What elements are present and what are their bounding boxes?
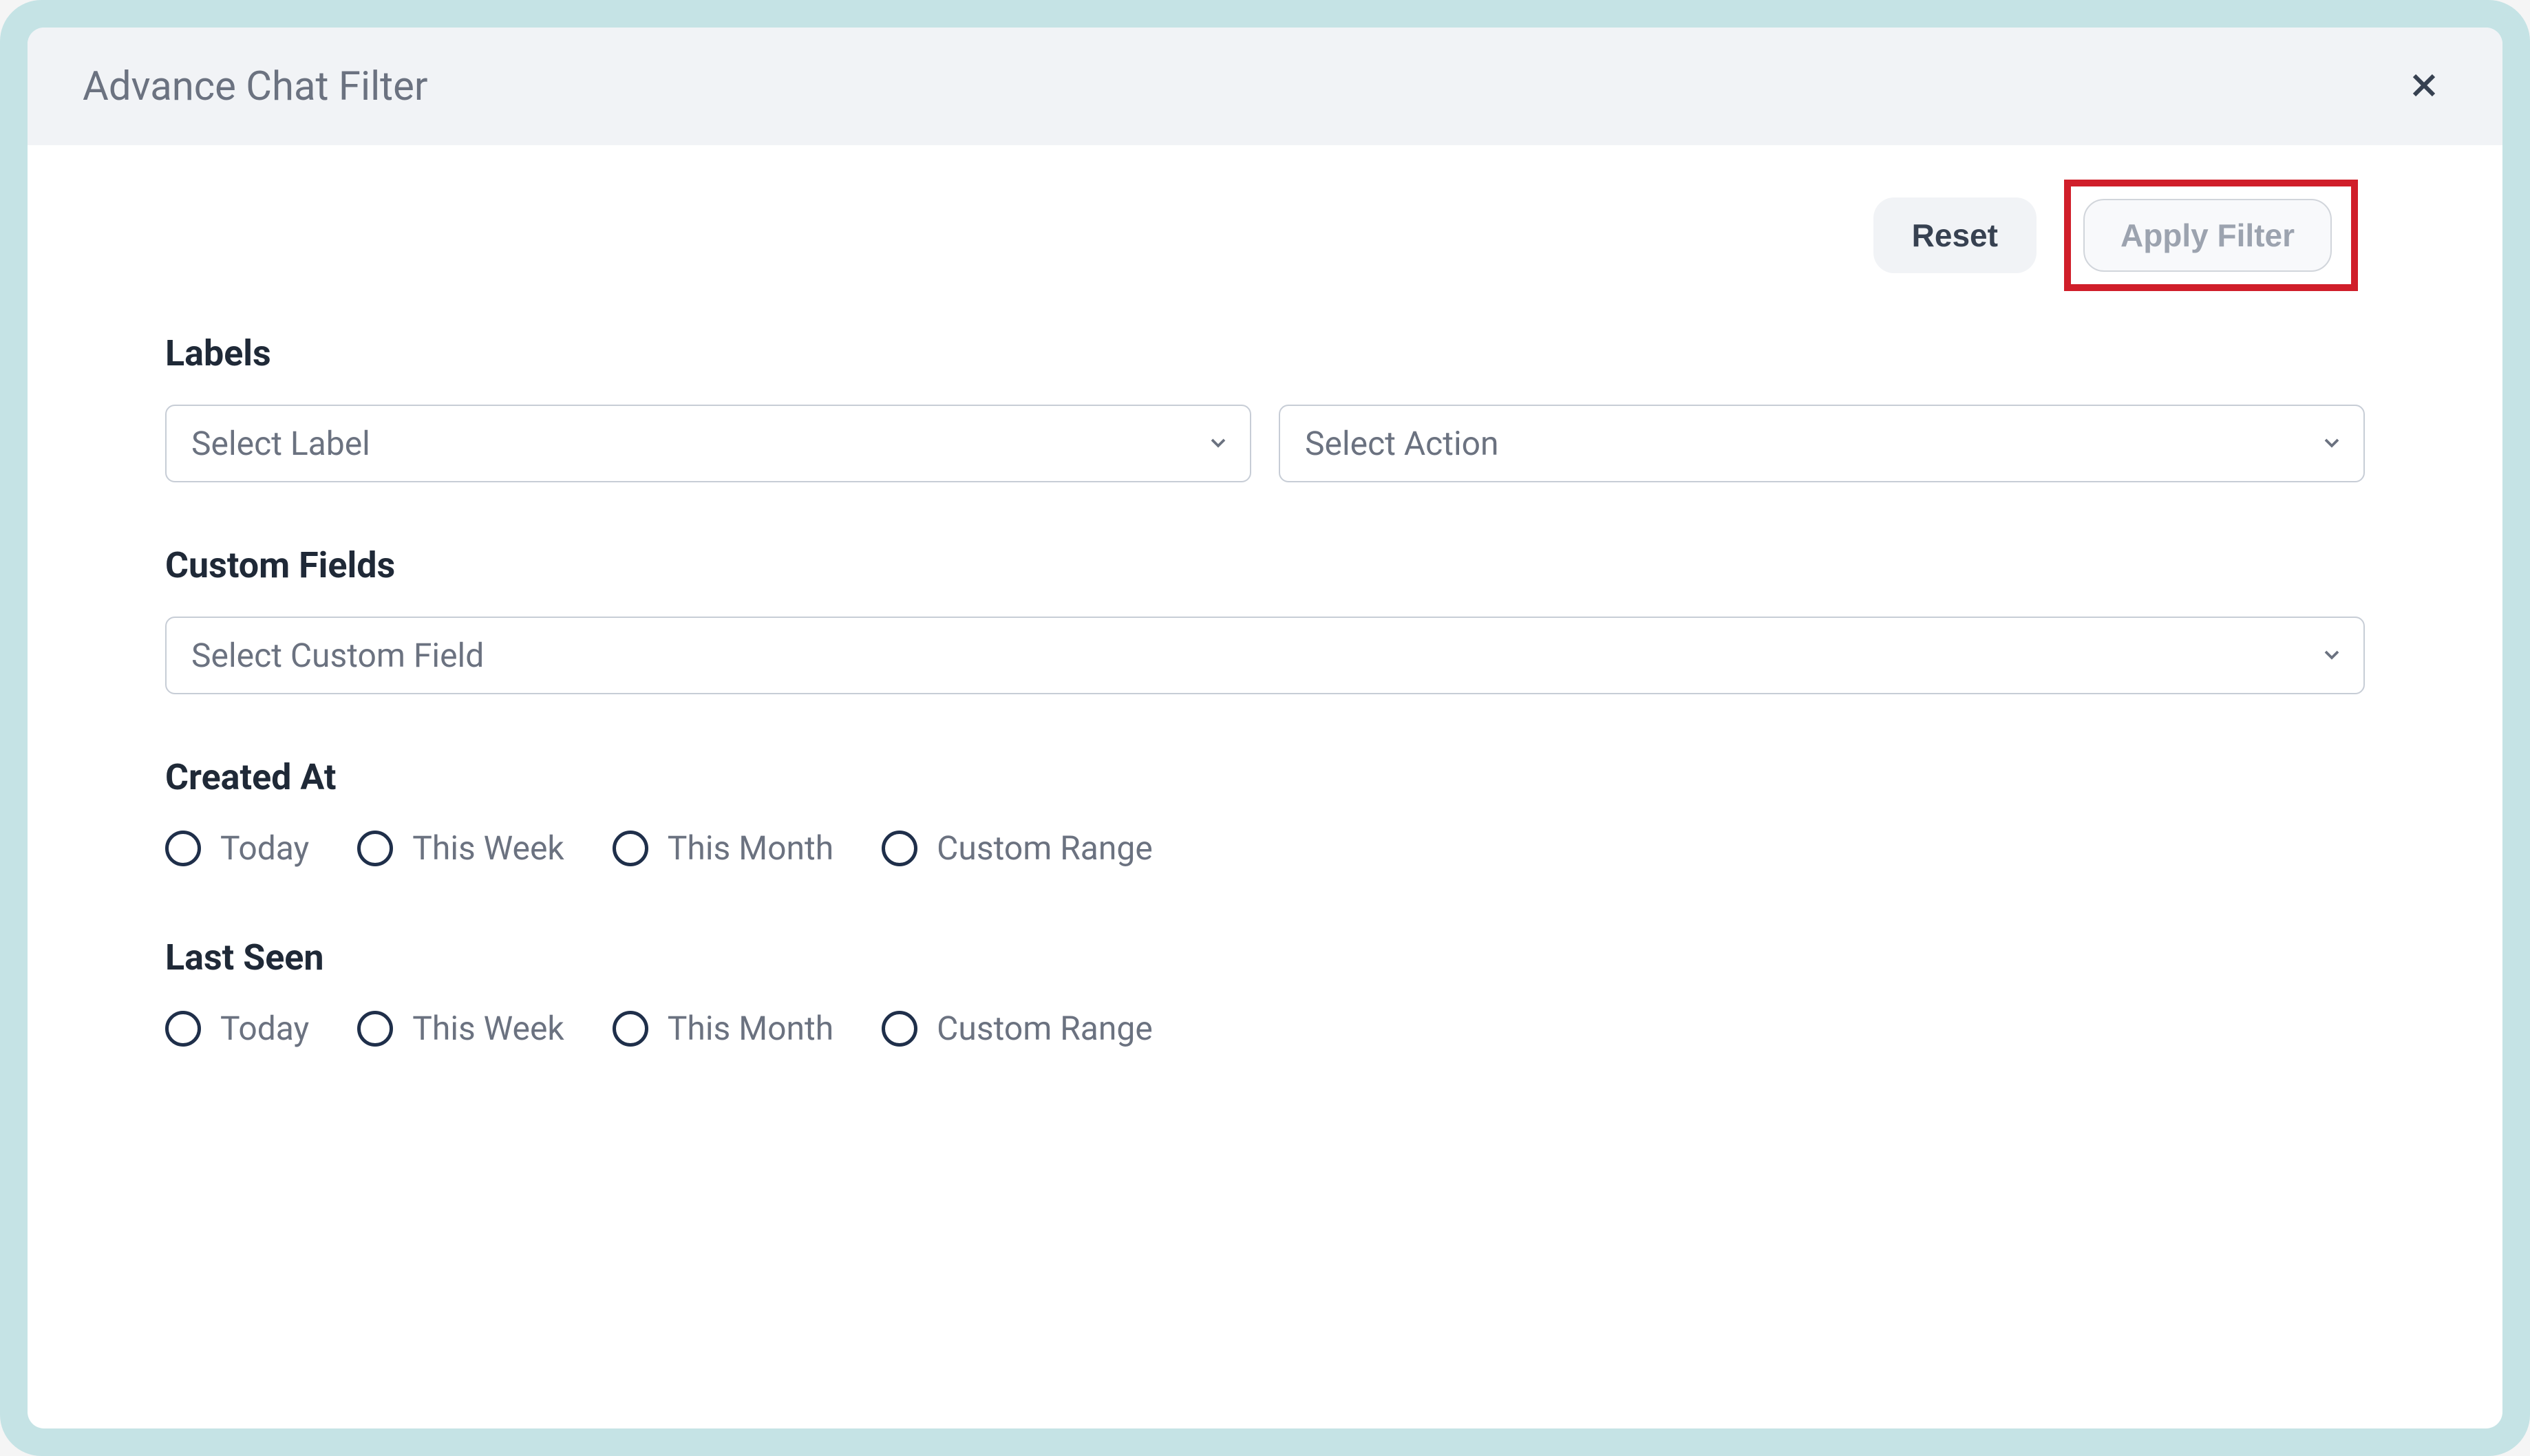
radio-label: Custom Range xyxy=(937,1009,1153,1048)
radio-label: This Week xyxy=(412,828,564,868)
action-row: Reset Apply Filter xyxy=(165,180,2365,291)
radio-label: This Month xyxy=(668,1009,833,1048)
created-at-option-this-month[interactable]: This Month xyxy=(613,828,833,868)
radio-label: This Month xyxy=(668,828,833,868)
radio-label: Today xyxy=(220,828,309,868)
last-seen-radio-group: Today This Week This Month Custom Range xyxy=(165,1009,2365,1048)
close-button[interactable] xyxy=(2401,62,2447,111)
chevron-down-icon xyxy=(2319,424,2344,463)
created-at-heading: Created At xyxy=(165,756,2365,798)
radio-icon xyxy=(165,1011,201,1047)
radio-label: Today xyxy=(220,1009,309,1048)
last-seen-heading: Last Seen xyxy=(165,936,2365,978)
created-at-option-today[interactable]: Today xyxy=(165,828,309,868)
radio-label: This Week xyxy=(412,1009,564,1048)
created-at-option-this-week[interactable]: This Week xyxy=(357,828,564,868)
radio-icon xyxy=(613,1011,648,1047)
dialog-header: Advance Chat Filter xyxy=(28,28,2502,145)
labels-select-row: Select Label Select Action xyxy=(165,405,2365,482)
radio-icon xyxy=(613,831,648,866)
last-seen-option-this-month[interactable]: This Month xyxy=(613,1009,833,1048)
select-custom-field-dropdown[interactable]: Select Custom Field xyxy=(165,617,2365,694)
labels-heading: Labels xyxy=(165,332,2365,374)
radio-icon xyxy=(357,831,393,866)
close-icon xyxy=(2407,69,2441,104)
dialog-title: Advance Chat Filter xyxy=(83,63,428,110)
dialog-body[interactable]: Reset Apply Filter Labels Select Label xyxy=(28,145,2502,1428)
custom-fields-heading: Custom Fields xyxy=(165,544,2365,586)
chevron-down-icon xyxy=(2319,636,2344,675)
dialog-body-inner: Reset Apply Filter Labels Select Label xyxy=(28,145,2502,1172)
radio-icon xyxy=(882,1011,917,1047)
radio-label: Custom Range xyxy=(937,828,1153,868)
select-label-dropdown[interactable]: Select Label xyxy=(165,405,1251,482)
last-seen-option-today[interactable]: Today xyxy=(165,1009,309,1048)
select-action-placeholder: Select Action xyxy=(1305,424,1499,463)
radio-icon xyxy=(165,831,201,866)
radio-icon xyxy=(357,1011,393,1047)
last-seen-option-custom-range[interactable]: Custom Range xyxy=(882,1009,1153,1048)
outer-frame: Advance Chat Filter Reset Apply Filter L… xyxy=(0,0,2530,1456)
apply-filter-button[interactable]: Apply Filter xyxy=(2083,199,2332,272)
select-custom-field-placeholder: Select Custom Field xyxy=(191,636,484,675)
created-at-radio-group: Today This Week This Month Custom Range xyxy=(165,828,2365,868)
radio-icon xyxy=(882,831,917,866)
advance-chat-filter-dialog: Advance Chat Filter Reset Apply Filter L… xyxy=(28,28,2502,1428)
select-action-dropdown[interactable]: Select Action xyxy=(1279,405,2365,482)
created-at-option-custom-range[interactable]: Custom Range xyxy=(882,828,1153,868)
chevron-down-icon xyxy=(1206,424,1231,463)
select-label-placeholder: Select Label xyxy=(191,424,370,463)
last-seen-option-this-week[interactable]: This Week xyxy=(357,1009,564,1048)
apply-filter-highlight: Apply Filter xyxy=(2064,180,2358,291)
reset-button[interactable]: Reset xyxy=(1873,197,2037,273)
